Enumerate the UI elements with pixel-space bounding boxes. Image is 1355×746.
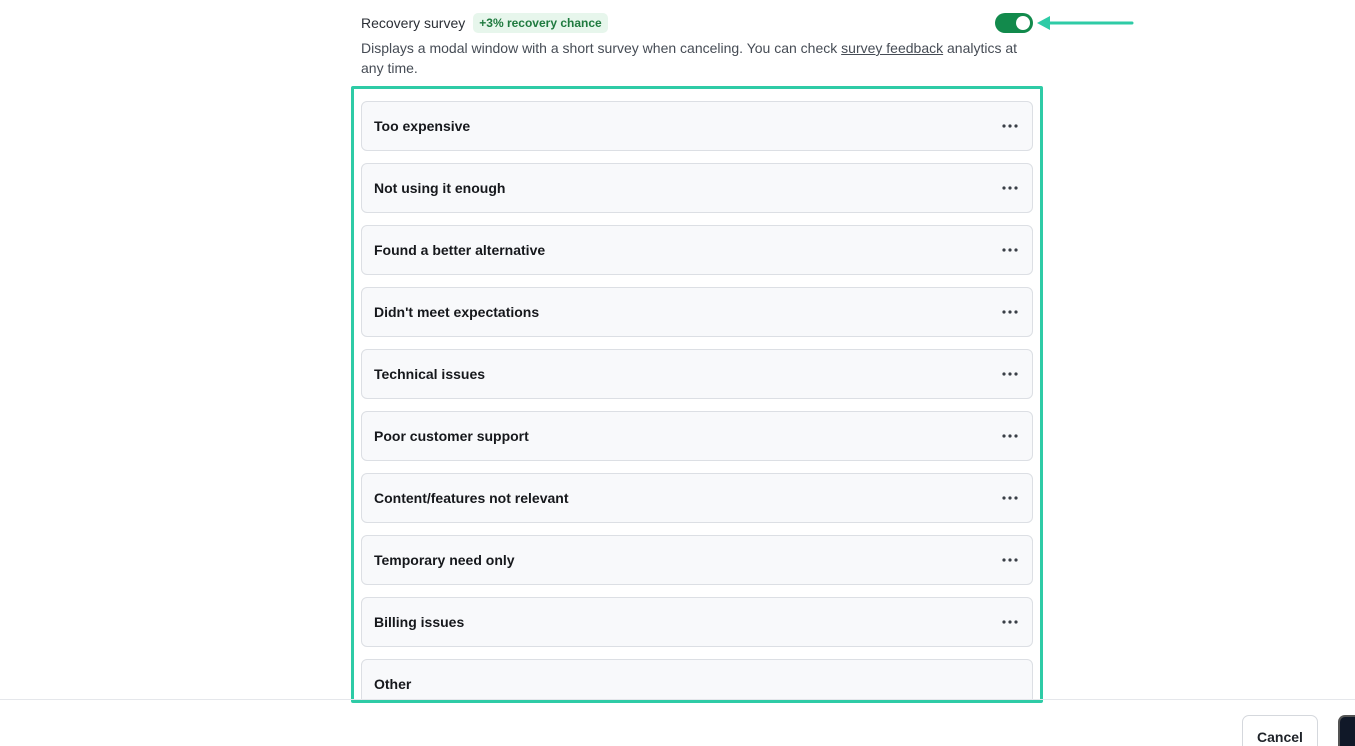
- list-item[interactable]: Temporary need only: [361, 535, 1033, 585]
- reason-label: Poor customer support: [374, 428, 529, 444]
- list-item[interactable]: Technical issues: [361, 349, 1033, 399]
- reason-label: Other: [374, 676, 412, 692]
- more-horizontal-icon[interactable]: [1000, 426, 1020, 446]
- footer-divider: [0, 699, 1355, 700]
- more-horizontal-icon[interactable]: [1000, 364, 1020, 384]
- recovery-survey-toggle[interactable]: [995, 13, 1033, 33]
- list-item[interactable]: Content/features not relevant: [361, 473, 1033, 523]
- survey-feedback-link[interactable]: survey feedback: [841, 40, 943, 56]
- recovery-chance-badge: +3% recovery chance: [473, 13, 608, 33]
- list-item[interactable]: Billing issues: [361, 597, 1033, 647]
- list-item[interactable]: Not using it enough: [361, 163, 1033, 213]
- survey-header: Recovery survey +3% recovery chance: [361, 12, 1033, 34]
- reason-label: Didn't meet expectations: [374, 304, 540, 320]
- more-horizontal-icon[interactable]: [1000, 116, 1020, 136]
- save-button[interactable]: S: [1338, 715, 1355, 746]
- reason-list: Too expensive Not using it enough Found a …: [361, 101, 1033, 700]
- reason-label: Found a better alternative: [374, 242, 546, 258]
- toggle-knob: [1016, 16, 1030, 30]
- reason-label: Content/features not relevant: [374, 490, 569, 506]
- reason-label: Temporary need only: [374, 552, 515, 568]
- reasons-highlight-box: Too expensive Not using it enough Found a …: [351, 86, 1043, 703]
- arrow-left-icon: [1037, 16, 1134, 30]
- reason-label: Technical issues: [374, 366, 486, 382]
- cancel-button[interactable]: Cancel: [1242, 715, 1318, 746]
- section-title: Recovery survey: [361, 15, 466, 31]
- more-horizontal-icon[interactable]: [1000, 612, 1020, 632]
- list-item[interactable]: Didn't meet expectations: [361, 287, 1033, 337]
- list-item[interactable]: Poor customer support: [361, 411, 1033, 461]
- reason-label: Too expensive: [374, 118, 471, 134]
- list-item[interactable]: Found a better alternative: [361, 225, 1033, 275]
- more-horizontal-icon[interactable]: [1000, 550, 1020, 570]
- more-horizontal-icon[interactable]: [1000, 302, 1020, 322]
- survey-description: Displays a modal window with a short sur…: [361, 38, 1041, 78]
- description-text: Displays a modal window with a short sur…: [361, 40, 842, 56]
- list-item[interactable]: Too expensive: [361, 101, 1033, 151]
- more-horizontal-icon[interactable]: [1000, 178, 1020, 198]
- list-item[interactable]: Other: [361, 659, 1033, 700]
- more-horizontal-icon[interactable]: [1000, 240, 1020, 260]
- reason-label: Billing issues: [374, 614, 465, 630]
- reason-label: Not using it enough: [374, 180, 506, 196]
- more-horizontal-icon[interactable]: [1000, 488, 1020, 508]
